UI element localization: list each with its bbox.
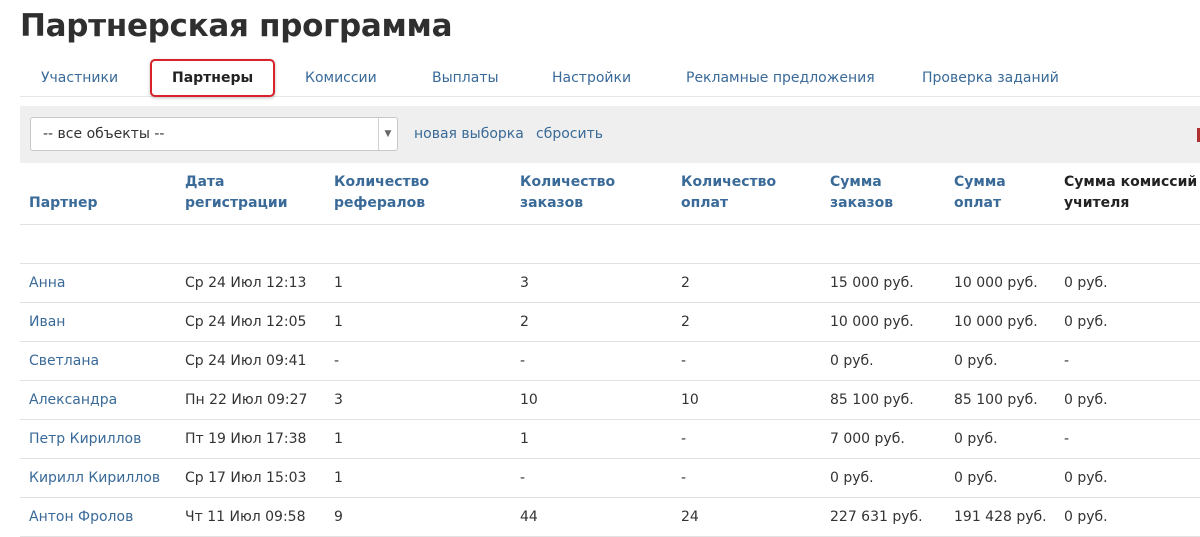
tab-bar: Участники Партнеры Комиссии Выплаты Наст… xyxy=(20,59,1200,97)
registration-date: Ср 17 Июл 15:03 xyxy=(185,470,307,486)
payments-count: - xyxy=(681,353,687,369)
referrals-count: 3 xyxy=(334,392,343,408)
tab-participants[interactable]: Участники xyxy=(41,60,118,96)
objects-select-value: -- все объекты -- xyxy=(43,126,165,142)
teacher-commission-sum: 0 руб. xyxy=(1064,275,1108,291)
payments-sum: 85 100 руб. xyxy=(954,392,1038,408)
orders-count: 2 xyxy=(520,314,529,330)
table-row: Анна Ср 24 Июл 12:13 1 3 2 15 000 руб. 1… xyxy=(20,264,1200,303)
payments-sum: 10 000 руб. xyxy=(954,275,1038,291)
orders-count: 10 xyxy=(520,392,538,408)
teacher-commission-sum: 0 руб. xyxy=(1064,509,1108,525)
col-header-payments-sum[interactable]: Сумма оплат xyxy=(954,172,1006,214)
teacher-commission-sum: 0 руб. xyxy=(1064,470,1108,486)
reset-link[interactable]: сбросить xyxy=(536,106,603,163)
payments-count: - xyxy=(681,431,687,447)
objects-select[interactable]: -- все объекты -- ▼ xyxy=(30,117,398,151)
referrals-count: 1 xyxy=(334,314,343,330)
table-row: Антон Фролов Чт 11 Июл 09:58 9 44 24 227… xyxy=(20,498,1200,537)
header-divider xyxy=(20,224,1200,225)
chevron-down-icon[interactable]: ▼ xyxy=(378,118,397,150)
referrals-count: 1 xyxy=(334,275,343,291)
page-title: Партнерская программа xyxy=(20,8,453,44)
orders-sum: 10 000 руб. xyxy=(830,314,914,330)
teacher-commission-sum: 0 руб. xyxy=(1064,314,1108,330)
tab-partners[interactable]: Партнеры xyxy=(150,59,276,97)
orders-sum: 0 руб. xyxy=(830,470,874,486)
orders-sum: 15 000 руб. xyxy=(830,275,914,291)
col-header-orders-count[interactable]: Количество заказов xyxy=(520,172,615,214)
tab-task-review[interactable]: Проверка заданий xyxy=(922,60,1059,96)
orders-sum: 85 100 руб. xyxy=(830,392,914,408)
referrals-count: 1 xyxy=(334,431,343,447)
col-header-referrals-count[interactable]: Количество рефералов xyxy=(334,172,429,214)
payments-sum: 0 руб. xyxy=(954,470,998,486)
registration-date: Ср 24 Июл 12:05 xyxy=(185,314,307,330)
payments-sum: 0 руб. xyxy=(954,431,998,447)
tab-commissions[interactable]: Комиссии xyxy=(305,60,377,96)
orders-count: - xyxy=(520,470,526,486)
tab-settings[interactable]: Настройки xyxy=(552,60,631,96)
filter-bar: -- все объекты -- ▼ новая выборка сброси… xyxy=(20,106,1200,163)
orders-count: - xyxy=(520,353,526,369)
table-row: Иван Ср 24 Июл 12:05 1 2 2 10 000 руб. 1… xyxy=(20,303,1200,342)
partner-name-link[interactable]: Антон Фролов xyxy=(29,498,133,537)
referrals-count: 1 xyxy=(334,470,343,486)
col-header-orders-sum[interactable]: Сумма заказов xyxy=(830,172,893,214)
tab-payouts[interactable]: Выплаты xyxy=(432,60,499,96)
col-header-teacher-commission-sum: Сумма комиссий учителя xyxy=(1064,174,1198,211)
col-header-registration-date[interactable]: Дата регистрации xyxy=(185,172,288,214)
partner-program-page: Партнерская программа Участники Партнеры… xyxy=(0,0,1200,537)
registration-date: Ср 24 Июл 09:41 xyxy=(185,353,307,369)
referrals-count: 9 xyxy=(334,509,343,525)
orders-sum: 227 631 руб. xyxy=(830,509,923,525)
partner-name-link[interactable]: Петр Кириллов xyxy=(29,420,141,459)
registration-date: Пн 22 Июл 09:27 xyxy=(185,392,308,408)
table-row: Александра Пн 22 Июл 09:27 3 10 10 85 10… xyxy=(20,381,1200,420)
partner-name-link[interactable]: Александра xyxy=(29,381,117,420)
payments-count: 2 xyxy=(681,314,690,330)
table-row: Светлана Ср 24 Июл 09:41 - - - 0 руб. 0 … xyxy=(20,342,1200,381)
orders-sum: 7 000 руб. xyxy=(830,431,905,447)
orders-count: 3 xyxy=(520,275,529,291)
orders-count: 1 xyxy=(520,431,529,447)
table-row: Петр Кириллов Пт 19 Июл 17:38 1 1 - 7 00… xyxy=(20,420,1200,459)
orders-count: 44 xyxy=(520,509,538,525)
payments-count: 24 xyxy=(681,509,699,525)
payments-sum: 0 руб. xyxy=(954,353,998,369)
teacher-commission-sum: - xyxy=(1064,431,1070,447)
partner-name-link[interactable]: Анна xyxy=(29,264,65,303)
payments-count: 2 xyxy=(681,275,690,291)
col-header-partner[interactable]: Партнер xyxy=(29,193,98,214)
registration-date: Ср 24 Июл 12:13 xyxy=(185,275,307,291)
payments-count: 10 xyxy=(681,392,699,408)
tab-ad-offers[interactable]: Рекламные предложения xyxy=(686,60,875,96)
table-row: Кирилл Кириллов Ср 17 Июл 15:03 1 - - 0 … xyxy=(20,459,1200,498)
payments-sum: 191 428 руб. xyxy=(954,509,1047,525)
partner-name-link[interactable]: Светлана xyxy=(29,342,99,381)
teacher-commission-sum: - xyxy=(1064,353,1070,369)
registration-date: Пт 19 Июл 17:38 xyxy=(185,431,307,447)
orders-sum: 0 руб. xyxy=(830,353,874,369)
partner-name-link[interactable]: Кирилл Кириллов xyxy=(29,459,160,498)
partner-name-link[interactable]: Иван xyxy=(29,303,65,342)
col-header-payments-count[interactable]: Количество оплат xyxy=(681,172,776,214)
new-selection-link[interactable]: новая выборка xyxy=(414,106,524,163)
teacher-commission-sum: 0 руб. xyxy=(1064,392,1108,408)
payments-sum: 10 000 руб. xyxy=(954,314,1038,330)
payments-count: - xyxy=(681,470,687,486)
registration-date: Чт 11 Июл 09:58 xyxy=(185,509,306,525)
referrals-count: - xyxy=(334,353,340,369)
